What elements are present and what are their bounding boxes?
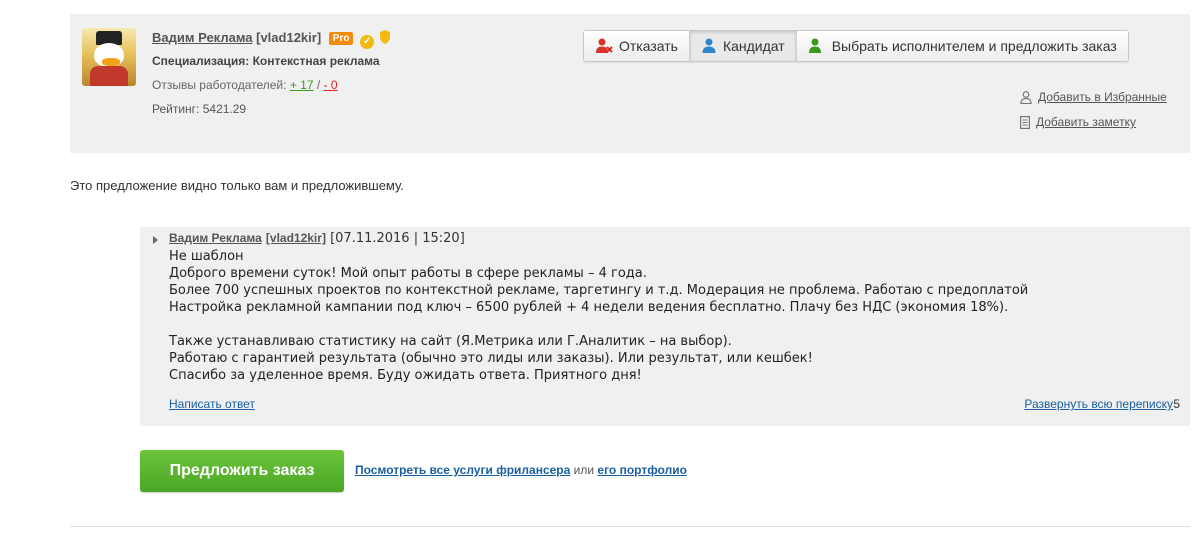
write-reply-link[interactable]: Написать ответ [169,397,255,411]
freelancer-links: Посмотреть все услуги фрилансера или его… [355,463,687,477]
message-datetime: [07.11.2016 | 15:20] [330,231,465,246]
message-line: Не шаблон [169,249,244,264]
user-icon [702,38,716,53]
choose-executor-label: Выбрать исполнителем и предложить заказ [831,38,1117,54]
expand-arrow-icon[interactable] [153,236,158,244]
employer-reviews: Отзывы работодателей: + 17 / - 0 [152,78,338,92]
add-to-favorites-label: Добавить в Избранные [1038,90,1167,104]
divider [70,526,1190,527]
reject-button[interactable]: Отказать [584,31,690,61]
reviews-negative-link[interactable]: - 0 [324,78,338,92]
offer-order-button[interactable]: Предложить заказ [140,450,344,492]
expand-conversation-link[interactable]: Развернуть всю переписку [1024,397,1173,411]
reviews-label: Отзывы работодателей: [152,78,287,92]
message-author-login[interactable]: [vlad12kir] [266,231,326,245]
freelancer-login[interactable]: [vlad12kir] [256,30,321,45]
user-add-icon [808,38,821,53]
conversation-count: 5 [1173,397,1180,411]
message-line: Настройка рекламной кампании под ключ – … [169,300,1009,315]
reviews-positive-link[interactable]: + 17 [290,78,314,92]
offer-action-buttons: Отказать Кандидат Выбрать исполнителем и… [583,30,1129,62]
add-note-label: Добавить заметку [1036,115,1136,129]
reviews-separator: / [316,78,321,92]
or-text: или [573,463,595,477]
message-line: Работаю с гарантией результата (обычно э… [169,351,813,366]
visibility-note: Это предложение видно только вам и предл… [70,178,404,193]
freelancer-name-link[interactable]: Вадим Реклама [152,30,253,45]
add-note-link[interactable]: Добавить заметку [1020,115,1136,129]
rating: Рейтинг: 5421.29 [152,102,247,116]
reject-label: Отказать [619,38,678,54]
message-header: Вадим Реклама [vlad12kir] [07.11.2016 | … [169,231,465,246]
message-line: Спасибо за уделенное время. Буду ожидать… [169,368,642,383]
verified-check-icon: ✓ [360,35,375,49]
message-line: Также устанавливаю статистику на сайт (Я… [169,334,732,349]
message-line: Доброго времени суток! Мой опыт работы в… [169,266,647,281]
portfolio-link[interactable]: его портфолио [597,463,687,477]
freelancer-card: Вадим Реклама [vlad12kir] Pro ✓ Специали… [70,14,1190,153]
user-reject-icon [596,38,613,53]
candidate-label: Кандидат [722,38,785,54]
specialization: Специализация: Контекстная реклама [152,54,380,68]
freelancer-name-line: Вадим Реклама [vlad12kir] Pro ✓ [152,30,390,49]
pro-badge: Pro [328,32,354,45]
add-to-favorites-link[interactable]: Добавить в Избранные [1020,90,1167,104]
message-author-link[interactable]: Вадим Реклама [169,231,262,245]
message-line: Более 700 успешных проектов по контекстн… [169,283,1029,298]
candidate-button[interactable]: Кандидат [689,31,797,61]
avatar[interactable] [82,28,136,86]
shield-icon [379,30,390,44]
note-icon [1020,115,1030,129]
all-services-link[interactable]: Посмотреть все услуги фрилансера [355,463,570,477]
message-body: Не шаблон Доброго времени суток! Мой опы… [169,248,1028,384]
choose-executor-button[interactable]: Выбрать исполнителем и предложить заказ [796,31,1128,61]
user-outline-icon [1020,90,1032,104]
offer-message: Вадим Реклама [vlad12kir] [07.11.2016 | … [140,227,1190,426]
